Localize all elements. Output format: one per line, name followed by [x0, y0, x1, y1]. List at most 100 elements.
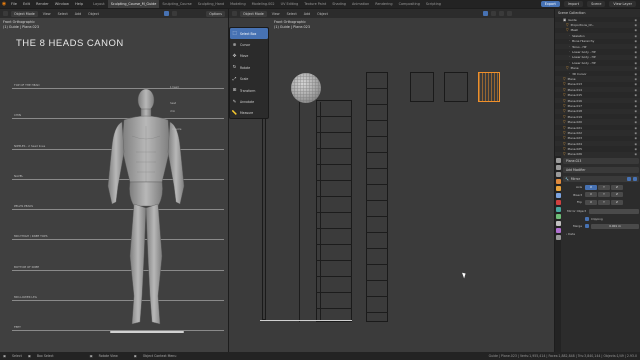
visibility-eye-icon[interactable]: ◉: [634, 131, 640, 135]
workspace-tab[interactable]: Texture Paint: [301, 0, 329, 8]
shading-material-icon[interactable]: [506, 11, 512, 16]
right-menu-object[interactable]: Object: [315, 12, 330, 16]
properties-tab-icon[interactable]: [555, 158, 561, 163]
left-3d-viewport[interactable]: Front Orthographic (1) Guide | Plane.023…: [0, 18, 228, 352]
left-menu-view[interactable]: View: [41, 12, 53, 16]
plane-reference-b[interactable]: [444, 72, 468, 102]
workspace-tab[interactable]: Layout: [90, 0, 108, 8]
editor-type-icon[interactable]: [232, 11, 237, 16]
properties-tab-icon[interactable]: [555, 214, 561, 219]
mirror-modifier-header[interactable]: 🔧 Mirror: [563, 176, 639, 182]
wire-grid-plane[interactable]: [316, 100, 352, 322]
male-sculpt-figure[interactable]: [96, 86, 196, 334]
visibility-eye-icon[interactable]: ◉: [634, 72, 640, 76]
left-mode-dropdown[interactable]: Object Mode: [11, 10, 38, 17]
visibility-eye-icon[interactable]: ◉: [634, 104, 640, 108]
merge-checkbox[interactable]: [585, 224, 589, 228]
workspace-tab[interactable]: Sculpting_Hand: [195, 0, 227, 8]
visibility-eye-icon[interactable]: ◉: [634, 39, 640, 43]
menu-help[interactable]: Help: [72, 2, 86, 6]
modifier-name[interactable]: Mirror: [571, 177, 580, 181]
visibility-eye-icon[interactable]: ◉: [634, 55, 640, 59]
render-visibility-icon[interactable]: [633, 177, 637, 181]
visibility-eye-icon[interactable]: ◉: [634, 82, 640, 86]
flip-x-toggle[interactable]: X: [585, 199, 597, 205]
tool-annotate[interactable]: ✎ Annotate: [230, 96, 268, 107]
axis-z-toggle[interactable]: Z: [611, 184, 623, 190]
properties-tab-icon[interactable]: [555, 186, 561, 191]
visibility-eye-icon[interactable]: ◉: [634, 93, 640, 97]
axis-x-toggle[interactable]: X: [585, 184, 597, 190]
visibility-eye-icon[interactable]: ◉: [634, 142, 640, 146]
visibility-eye-icon[interactable]: ◉: [634, 34, 640, 38]
tool-scale[interactable]: ⤢ Scale: [230, 74, 268, 85]
bisect-y-toggle[interactable]: Y: [598, 192, 610, 197]
left-menu-object[interactable]: Object: [86, 12, 101, 16]
workspace-tab[interactable]: Animation: [349, 0, 372, 8]
workspace-tab[interactable]: Modeling: [227, 0, 248, 8]
properties-tab-icon[interactable]: [555, 172, 561, 177]
properties-tab-icon[interactable]: [555, 179, 561, 184]
tool-cursor[interactable]: ⊕ Cursor: [230, 39, 268, 50]
left-menu-select[interactable]: Select: [56, 12, 70, 16]
import-button[interactable]: Import: [563, 1, 584, 7]
merge-distance-field[interactable]: 0.001 m: [591, 223, 639, 229]
workspace-tab[interactable]: Scripting: [423, 0, 444, 8]
scene-selector[interactable]: Scene: [587, 1, 606, 7]
right-menu-add[interactable]: Add: [302, 12, 312, 16]
xray-toggle-icon[interactable]: [171, 11, 177, 16]
visibility-eye-icon[interactable]: ◉: [634, 136, 640, 140]
editor-type-icon[interactable]: [3, 11, 8, 16]
right-menu-select[interactable]: Select: [285, 12, 299, 16]
visibility-eye-icon[interactable]: ◉: [634, 50, 640, 54]
workspace-tab[interactable]: UV Editing: [278, 0, 302, 8]
visibility-eye-icon[interactable]: ◉: [634, 77, 640, 81]
visibility-eye-icon[interactable]: ◉: [634, 66, 640, 70]
properties-tab-icon[interactable]: [555, 200, 561, 205]
wire-tall-plane[interactable]: [366, 72, 388, 322]
menu-file[interactable]: File: [8, 2, 20, 6]
right-3d-viewport[interactable]: Front Orthographic (1) Guide | Plane.023: [229, 18, 554, 352]
visibility-eye-icon[interactable]: ◉: [634, 28, 640, 32]
visibility-eye-icon[interactable]: ◉: [634, 88, 640, 92]
right-menu-view[interactable]: View: [270, 12, 282, 16]
tool-rotate[interactable]: ↻ Rotate: [230, 62, 268, 73]
bisect-z-toggle[interactable]: Z: [611, 192, 623, 197]
clipping-checkbox[interactable]: [585, 216, 589, 221]
export-button[interactable]: Export: [540, 1, 560, 7]
visibility-eye-icon[interactable]: ◉: [634, 147, 640, 151]
viewport-visibility-icon[interactable]: [627, 177, 631, 181]
left-options-dropdown[interactable]: Options: [206, 10, 225, 17]
properties-tab-icon[interactable]: [555, 193, 561, 198]
blender-logo-icon[interactable]: ◉: [0, 0, 8, 8]
visibility-eye-icon[interactable]: ◉: [634, 120, 640, 124]
view-layer-selector[interactable]: View Layer: [609, 1, 636, 7]
visibility-eye-icon[interactable]: ◉: [634, 18, 640, 22]
tool-transform[interactable]: ⊞ Transform: [230, 85, 268, 96]
visibility-eye-icon[interactable]: ◉: [634, 99, 640, 103]
properties-tab-icon[interactable]: [555, 228, 561, 233]
data-subpanel[interactable]: › Data: [563, 231, 639, 237]
properties-tab-icon[interactable]: [555, 221, 561, 226]
flip-y-toggle[interactable]: Y: [598, 199, 610, 205]
tool-measure[interactable]: 📏 Measure: [230, 108, 268, 119]
properties-tab-icon[interactable]: [555, 165, 561, 170]
visibility-eye-icon[interactable]: ◉: [634, 109, 640, 113]
visibility-eye-icon[interactable]: ◉: [634, 61, 640, 65]
menu-edit[interactable]: Edit: [20, 2, 33, 6]
selected-plane-orange[interactable]: [478, 72, 500, 102]
visibility-eye-icon[interactable]: ◉: [634, 115, 640, 119]
workspace-tab[interactable]: Compositing: [396, 0, 423, 8]
workspace-tab[interactable]: Sculpting_Course: [159, 0, 194, 8]
object-name-field[interactable]: Plane.023: [563, 158, 639, 164]
workspace-tab[interactable]: Rendering: [372, 0, 395, 8]
bisect-x-toggle[interactable]: X: [585, 192, 597, 197]
tool-move[interactable]: ✥ Move: [230, 51, 268, 62]
flip-z-toggle[interactable]: Z: [611, 199, 623, 205]
visibility-eye-icon[interactable]: ◉: [634, 45, 640, 49]
axis-y-toggle[interactable]: Y: [598, 184, 610, 190]
workspace-tab[interactable]: Shading: [329, 0, 349, 8]
overlay-toggle-icon[interactable]: [163, 11, 169, 16]
mirror-object-field[interactable]: [589, 208, 639, 214]
properties-tab-icon[interactable]: [555, 235, 561, 240]
